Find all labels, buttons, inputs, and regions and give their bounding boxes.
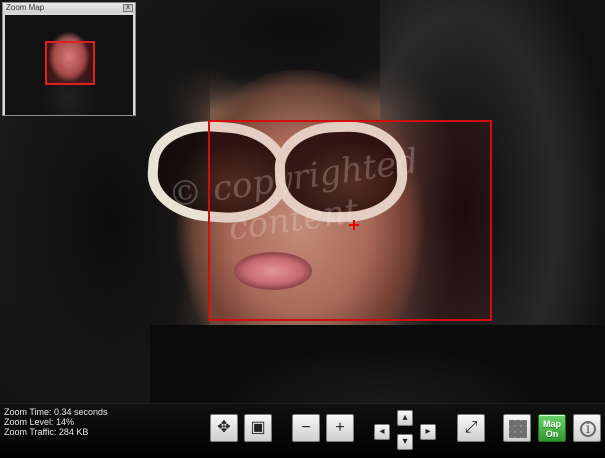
- move-tool-button[interactable]: ✥: [210, 414, 238, 442]
- select-icon: ▣: [250, 419, 266, 436]
- zoom-time: Zoom Time: 0.34 seconds: [4, 407, 108, 417]
- info-button[interactable]: [573, 414, 602, 443]
- fit-to-window-button[interactable]: ⤢: [457, 414, 485, 442]
- pan-down-icon: ▾: [402, 436, 408, 447]
- zoom-level: Zoom Level: 14%: [4, 417, 75, 427]
- pan-right-button[interactable]: ▸: [420, 424, 436, 440]
- move-icon: ✥: [217, 419, 231, 436]
- grid-view-button[interactable]: [503, 414, 531, 442]
- zoom-map-thumbnail[interactable]: [5, 15, 133, 115]
- pan-left-button[interactable]: ◂: [374, 424, 390, 440]
- map-toggle-line-2: On: [545, 429, 559, 439]
- map-toggle-line-1: Map: [543, 419, 561, 429]
- pan-left-icon: ◂: [379, 426, 385, 437]
- pan-right-icon: ▸: [425, 426, 431, 437]
- zoom-map-close-button[interactable]: x: [123, 4, 133, 12]
- map-toggle-text: Map On: [539, 415, 565, 439]
- zoom-map-titlebar: Zoom Map x: [3, 3, 135, 13]
- zoom-out-icon: −: [301, 419, 311, 436]
- zoom-map-window: Zoom Map x: [2, 2, 136, 116]
- zoom-center-crosshair: [349, 220, 359, 230]
- select-tool-button[interactable]: ▣: [244, 414, 272, 442]
- zoom-in-icon: +: [335, 419, 345, 436]
- map-toggle-button[interactable]: Map On: [538, 414, 566, 442]
- pan-down-button[interactable]: ▾: [397, 434, 413, 450]
- zoom-viewer: © copyrighted content Zoom Map x Zoom Ti…: [0, 0, 605, 458]
- pan-up-icon: ▴: [402, 412, 408, 423]
- zoom-in-button[interactable]: +: [326, 414, 354, 442]
- zoom-traffic: Zoom Traffic: 284 KB: [4, 427, 89, 437]
- jacket: [150, 325, 605, 405]
- grid-icon: [521, 432, 527, 438]
- zoom-status: Zoom Time: 0.34 seconds Zoom Level: 14% …: [4, 407, 204, 437]
- pan-up-button[interactable]: ▴: [397, 410, 413, 426]
- zoom-map-viewport-rectangle[interactable]: [45, 41, 95, 85]
- zoom-map-title: Zoom Map: [6, 3, 45, 12]
- zoom-out-button[interactable]: −: [292, 414, 320, 442]
- fit-to-window-icon: ⤢: [464, 419, 478, 436]
